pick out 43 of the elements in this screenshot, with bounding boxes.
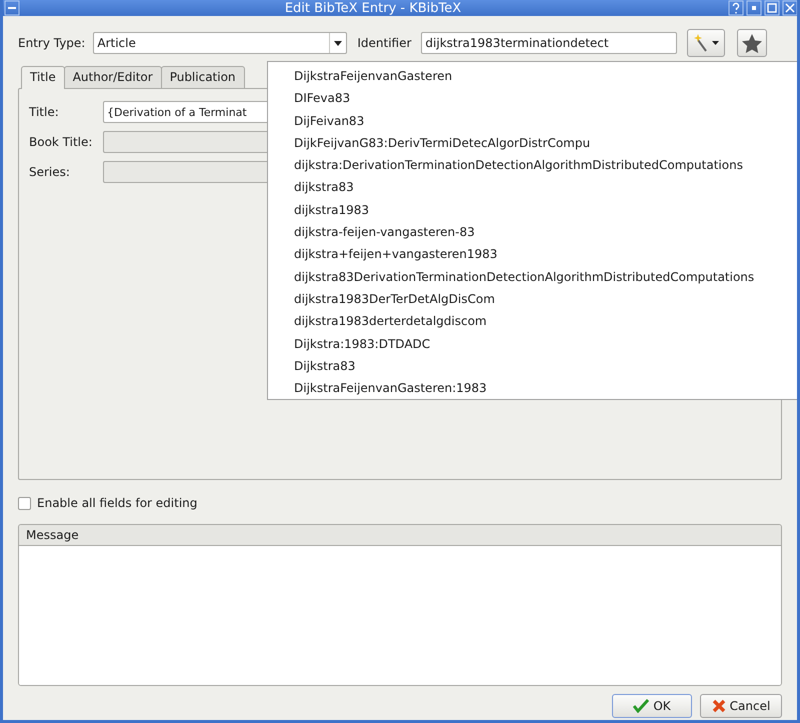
menu-icon[interactable] [4,0,20,16]
tab[interactable]: Author/Editor [64,66,162,89]
window-title: Edit BibTeX Entry - KBibTeX [284,0,462,16]
menu-item[interactable]: dijkstra83 [268,176,797,199]
checkbox[interactable] [18,496,31,510]
panel-title: Message [26,528,79,542]
maximize-icon[interactable] [764,0,780,16]
menu-item[interactable]: DIFeva83 [268,87,797,110]
tab[interactable]: Publication [160,66,245,89]
identifier-field[interactable]: dijkstra1983terminationdetect [421,32,678,54]
menu-item[interactable]: dijkstra-feijen-vangasteren-83 [268,221,797,244]
cancel-button[interactable]: Cancel [700,694,782,718]
menu-item[interactable]: Dijkstra83 [268,354,797,378]
menu-item[interactable]: Dijkstra:1983:DTDADC [268,332,797,355]
ok-button[interactable]: OK [612,694,692,718]
help-icon[interactable] [728,0,744,16]
menu-item[interactable]: dijkstra:DerivationTerminationDetectionAlgorithmDistributedComputations [268,154,797,176]
favorite-button[interactable] [737,29,768,57]
identifier-label: Identifier [357,36,412,50]
suggest-id-button[interactable] [687,29,726,57]
menu-item[interactable]: dijkstra1983DerTerDetAlgDisCom [268,288,797,310]
check-icon [633,699,650,713]
caret-icon [712,41,719,45]
close-icon[interactable] [782,0,797,16]
menu-item[interactable]: DijkstraFeijenvanGasteren:1983 [268,377,797,400]
field-label: Title: [29,105,60,119]
menu-item[interactable]: dijkstra1983 [268,198,797,222]
field-label: Book Title: [29,135,94,149]
menu-item[interactable]: dijkstra1983derterdetalgdiscom [268,310,797,333]
close-icon [712,699,726,713]
checkbox-label: Enable all fields for editing [37,496,198,510]
menu-item[interactable]: DijkFeijvanG83:DerivTermiDetecAlgorDistrCompu [268,132,797,154]
menu-item[interactable]: dijkstra83DerivationTerminationDetectionAlgorithmDistributedComputations [268,266,797,288]
entry-type-label: Entry Type: [18,36,86,50]
entry-type-dropdown[interactable]: Article [93,32,348,54]
minimize-icon[interactable] [746,0,762,16]
menu-item[interactable]: DijkstraFeijenvanGasteren [268,65,797,88]
field-label: Series: [29,165,71,179]
star-icon [742,34,762,52]
menu-item[interactable]: dijkstra+feijen+vangasteren1983 [268,243,797,266]
menu-item[interactable]: DijFeivan83 [268,110,797,132]
tab[interactable]: Title [21,66,65,89]
dropdown-arrow-icon [334,40,342,46]
